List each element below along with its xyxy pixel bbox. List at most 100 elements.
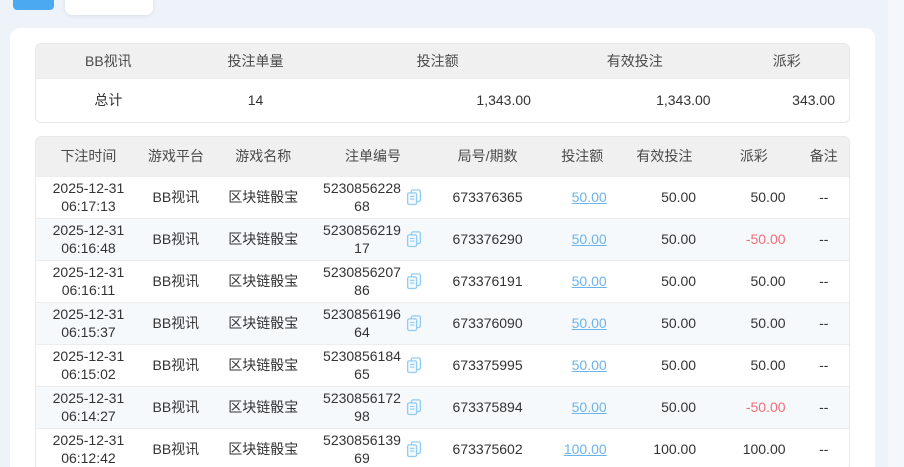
bet-id: 523085622868	[323, 180, 401, 214]
bet-amount-link[interactable]: 50.00	[572, 189, 607, 205]
bet-time: 2025-12-31 06:15:37	[36, 301, 141, 344]
detail-header-cell-1: 游戏平台	[140, 137, 211, 176]
valid-bet: 100.00	[619, 427, 710, 467]
summary-header-cell-0: BB视讯	[36, 44, 181, 78]
bet-amount-cell: 50.00	[544, 385, 620, 428]
remark: --	[798, 343, 849, 386]
detail-header-cell-8: 备注	[798, 137, 849, 176]
tab-inactive[interactable]	[65, 0, 153, 15]
bet-time: 2025-12-31 06:17:13	[36, 175, 141, 218]
summary-table-container: BB视讯 投注单量 投注额 有效投注 派彩 总计 14 1,343.00 1,343.00 34…	[35, 43, 850, 123]
table-row: 2025-12-31 06:12:42 BB视讯 区块链骰宝 523085613969…	[36, 427, 849, 467]
summary-total-cell-0: 总计	[36, 77, 181, 122]
bet-amount-cell: 50.00	[544, 343, 620, 386]
bet-amount-cell: 50.00	[544, 259, 620, 302]
table-row: 2025-12-31 06:15:37 BB视讯 区块链骰宝 523085619664…	[36, 301, 849, 344]
game-platform: BB视讯	[140, 175, 211, 218]
bet-id-cell: 523085613969	[315, 427, 431, 467]
copy-icon[interactable]	[405, 356, 423, 374]
round-number: 673375602	[430, 427, 545, 467]
bet-amount-link[interactable]: 50.00	[572, 315, 607, 331]
summary-table: BB视讯 投注单量 投注额 有效投注 派彩 总计 14 1,343.00 1,343.00 34…	[36, 44, 849, 122]
detail-header-cell-5: 投注额	[544, 137, 620, 176]
payout: 100.00	[709, 427, 799, 467]
bet-id-cell: 523085618465	[315, 343, 431, 386]
game-platform: BB视讯	[140, 343, 211, 386]
payout: 50.00	[709, 175, 799, 218]
bet-id: 523085619664	[323, 306, 401, 340]
game-platform: BB视讯	[140, 259, 211, 302]
table-row: 2025-12-31 06:16:11 BB视讯 区块链骰宝 523085620786…	[36, 259, 849, 302]
bet-id: 523085617298	[323, 390, 401, 424]
bet-amount-link[interactable]: 50.00	[572, 357, 607, 373]
bet-id: 523085613969	[323, 432, 401, 467]
game-platform: BB视讯	[140, 385, 211, 428]
bet-amount-cell: 50.00	[544, 175, 620, 218]
copy-icon[interactable]	[405, 314, 423, 332]
bet-id: 523085618465	[323, 348, 401, 382]
bet-amount-link[interactable]: 50.00	[572, 399, 607, 415]
round-number: 673376290	[430, 217, 545, 260]
payout: 50.00	[709, 259, 799, 302]
copy-icon[interactable]	[405, 440, 423, 458]
bet-id-cell: 523085621917	[315, 217, 431, 260]
table-row: 2025-12-31 06:17:13 BB视讯 区块链骰宝 523085622868…	[36, 175, 849, 218]
summary-total-cell-3: 1,343.00	[544, 77, 725, 122]
bet-time: 2025-12-31 06:12:42	[36, 427, 141, 467]
summary-header-cell-2: 投注额	[330, 44, 545, 78]
bet-amount-link[interactable]: 100.00	[564, 441, 607, 457]
payout: -50.00	[709, 385, 799, 428]
round-number: 673375894	[430, 385, 545, 428]
valid-bet: 50.00	[619, 301, 710, 344]
round-number: 673376090	[430, 301, 545, 344]
detail-header-cell-0: 下注时间	[36, 137, 141, 176]
valid-bet: 50.00	[619, 259, 710, 302]
payout: 50.00	[709, 343, 799, 386]
game-platform: BB视讯	[140, 427, 211, 467]
bet-id-cell: 523085617298	[315, 385, 431, 428]
round-number: 673376191	[430, 259, 545, 302]
round-number: 673376365	[430, 175, 545, 218]
bet-amount-link[interactable]: 50.00	[572, 231, 607, 247]
payout: 50.00	[709, 301, 799, 344]
bet-amount-link[interactable]: 50.00	[572, 273, 607, 289]
detail-header-cell-6: 有效投注	[619, 137, 710, 176]
tab-active[interactable]	[13, 0, 54, 10]
bet-time: 2025-12-31 06:16:11	[36, 259, 141, 302]
bet-id-cell: 523085622868	[315, 175, 431, 218]
scrollbar-track[interactable]	[888, 0, 904, 467]
valid-bet: 50.00	[619, 175, 710, 218]
copy-icon[interactable]	[405, 272, 423, 290]
summary-total-cell-2: 1,343.00	[330, 77, 545, 122]
remark: --	[798, 175, 849, 218]
bet-time: 2025-12-31 06:16:48	[36, 217, 141, 260]
bet-amount-cell: 100.00	[544, 427, 620, 467]
game-platform: BB视讯	[140, 301, 211, 344]
remark: --	[798, 427, 849, 467]
table-row: 2025-12-31 06:16:48 BB视讯 区块链骰宝 523085621917…	[36, 217, 849, 260]
game-name: 区块链骰宝	[210, 343, 316, 386]
bet-id: 523085621917	[323, 222, 401, 256]
detail-table: 下注时间 游戏平台 游戏名称 注单编号 局号/期数 投注额 有效投注 派彩 备注 2025-12…	[36, 137, 849, 467]
bet-amount-cell: 50.00	[544, 301, 620, 344]
summary-header-cell-1: 投注单量	[180, 44, 331, 78]
bet-time: 2025-12-31 06:15:02	[36, 343, 141, 386]
game-name: 区块链骰宝	[210, 175, 316, 218]
valid-bet: 50.00	[619, 385, 710, 428]
bet-id-cell: 523085619664	[315, 301, 431, 344]
valid-bet: 50.00	[619, 343, 710, 386]
remark: --	[798, 301, 849, 344]
game-platform: BB视讯	[140, 217, 211, 260]
summary-total-cell-1: 14	[180, 77, 331, 122]
bet-id-cell: 523085620786	[315, 259, 431, 302]
game-name: 区块链骰宝	[210, 301, 316, 344]
remark: --	[798, 217, 849, 260]
summary-header-cell-4: 派彩	[724, 44, 849, 78]
copy-icon[interactable]	[405, 188, 423, 206]
remark: --	[798, 385, 849, 428]
copy-icon[interactable]	[405, 398, 423, 416]
copy-icon[interactable]	[405, 230, 423, 248]
game-name: 区块链骰宝	[210, 259, 316, 302]
bet-time: 2025-12-31 06:14:27	[36, 385, 141, 428]
detail-tbody: 2025-12-31 06:17:13 BB视讯 区块链骰宝 523085622868…	[36, 175, 849, 467]
